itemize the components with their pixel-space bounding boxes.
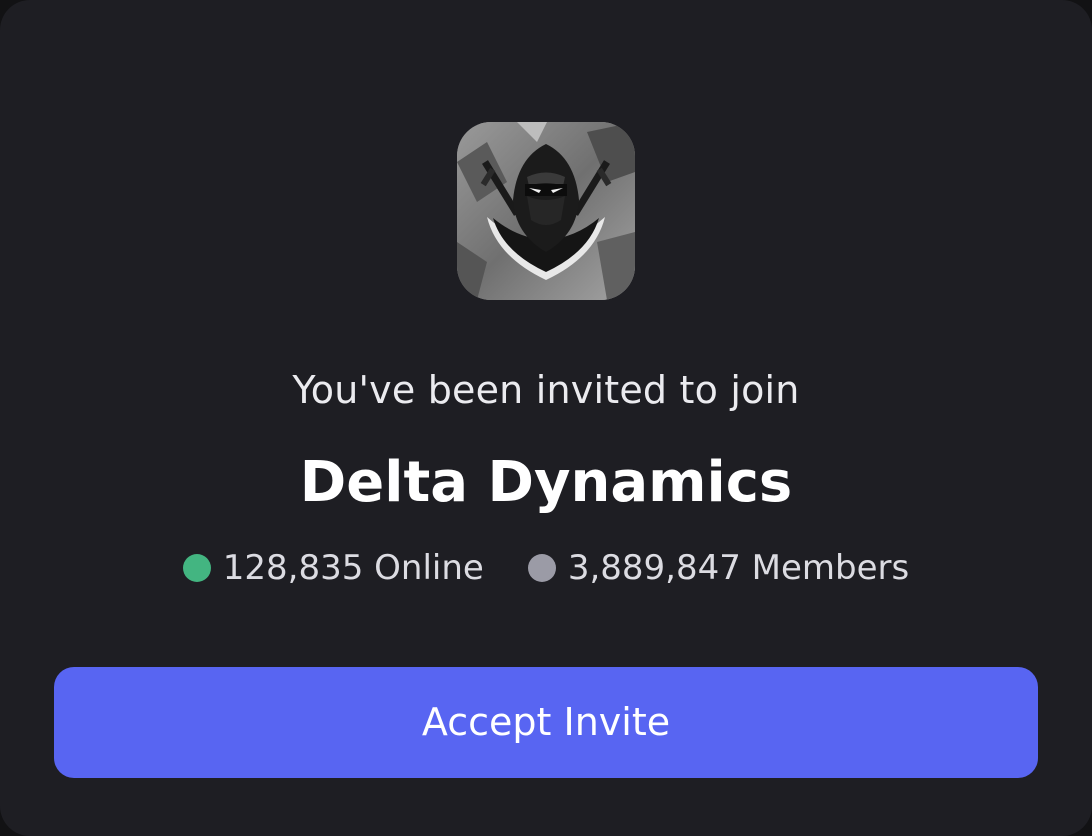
online-count-label: 128,835 Online	[222, 548, 484, 588]
members-status-icon	[527, 554, 556, 582]
hooded-ninja-logo-icon	[457, 122, 635, 300]
server-icon	[457, 122, 635, 300]
invite-card: You've been invited to join Delta Dynami…	[0, 0, 1092, 836]
online-status-icon	[182, 554, 211, 582]
member-count-label: 3,889,847 Members	[567, 548, 910, 588]
member-count: 3,889,847 Members	[527, 546, 910, 590]
invite-subtitle: You've been invited to join	[292, 368, 800, 412]
server-stats: 128,835 Online 3,889,847 Members	[0, 546, 1092, 590]
online-count: 128,835 Online	[182, 546, 484, 590]
accept-invite-button[interactable]: Accept Invite	[54, 667, 1038, 778]
server-name: Delta Dynamics	[299, 450, 793, 515]
